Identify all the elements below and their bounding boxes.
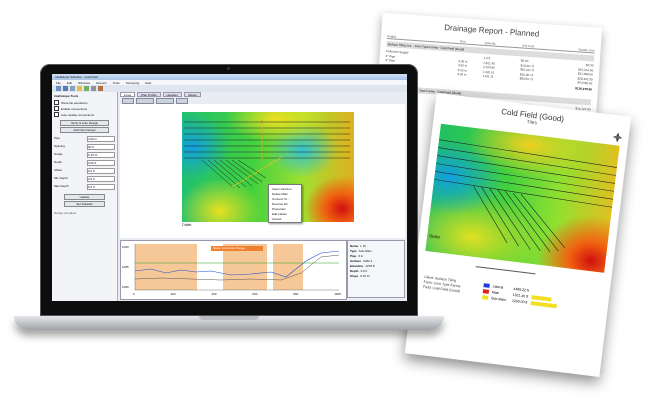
toolbar-print-icon[interactable] [70,86,75,91]
legend-swatch-submain [481,295,489,300]
status-text: Design complete [54,211,77,215]
camera-icon [227,67,230,70]
toolbar-save-icon[interactable] [63,86,68,91]
map-scale-bar [475,262,536,275]
window-title: Intellislope Software - Cold Field [55,75,99,79]
sidebar: Intellislope Tools Show tile elevations … [52,92,118,301]
profile-plot[interactable]: Slope Correction Range 0 200 400 600 800 100… [120,240,347,300]
max-depth-input[interactable]: 5.0 ft [87,184,115,190]
info-depth: Depth 3.6 ft [350,269,368,273]
toolbar-profile-icon[interactable] [98,86,103,91]
grade-input[interactable]: 0.10 % [87,152,115,158]
field-map[interactable]: Outlet Insert Junction Delete Main Conne… [120,104,405,238]
tab-values[interactable]: Values [183,92,201,97]
toolbar-open-icon[interactable] [56,86,61,91]
field-spacing: Spacing 60 ft [54,144,115,150]
legend-swatch-lateral [483,283,490,288]
laptop-notch [199,316,259,320]
info-type: Type Sub-Main [350,249,372,253]
option-show-elevations[interactable]: Show tile elevations [54,100,115,105]
field-grade: Grade 0.10 % [54,152,115,158]
depth-input[interactable]: 3.00 ft [87,160,115,166]
checkbox-icon[interactable] [54,106,59,111]
field-pipe: Pipe 4.00 in [54,136,115,142]
tab-lines[interactable]: Lines [120,92,136,97]
line-info-panel: Name L 10 Type Sub-Main Pipe 6 in Surface 10… [347,240,405,298]
menu-windows[interactable]: Windows [78,81,90,85]
menu-reports[interactable]: Reports [96,81,107,85]
spacing-input[interactable]: 60 ft [87,144,115,150]
info-surface: Surface 1082.4 [350,259,373,263]
map-toolbar [122,98,262,104]
legend-swatch-main [482,289,490,294]
toolbar-pan-icon[interactable] [91,86,96,91]
info-pipe: Pipe 6 in [350,254,364,258]
menu-edit[interactable]: Edit [67,81,72,85]
pipe-input[interactable]: 4.00 in [87,136,115,142]
field-min-depth: Min Depth 2.5 ft [54,176,115,182]
min-depth-input[interactable]: 2.5 ft [87,176,115,182]
map-outlet-label: Outlet [182,223,192,227]
profile-axis-y: 1090 1085 1080 [122,245,129,289]
verify-design-button[interactable]: Verify & Auto Design [60,120,109,126]
sidebar-title: Intellislope Tools [54,94,79,98]
ctx-cancel[interactable]: Cancel [269,216,301,221]
add-design-button[interactable]: Add New Design [60,127,109,133]
map-context-menu: Insert Junction Delete Main Connect To..… [268,184,302,223]
tab-plan-profile[interactable]: Plan Profile [137,92,161,97]
map-report-heatmap: Outlet [425,123,620,273]
compass-icon [612,129,623,143]
menu-help[interactable]: Help [145,81,151,85]
info-slope: Slope 0.10 % [350,274,370,278]
toolbar-zoom-icon[interactable] [84,86,89,91]
field-offset: Offset 0.0 ft [54,168,115,174]
offset-input[interactable]: 0.0 ft [87,168,115,174]
toolbar-tile-icon[interactable] [77,86,82,91]
view-tabs: Lines Plan Profile Headers Values [120,92,405,97]
field-max-depth: Max Depth 5.0 ft [54,184,115,190]
checkbox-icon[interactable] [54,100,59,105]
option-auto-update[interactable]: Auto update connections [54,112,115,117]
field-depth: Depth 3.00 ft [54,160,115,166]
info-elevation: Elevation 1078.8 [350,264,375,268]
menu-tools[interactable]: Tools [113,81,120,85]
toolbar [52,85,407,92]
tab-headers[interactable]: Headers [162,92,182,97]
map-legend: Lateral 4488.22 ft Main 1521.40 ft Sub-M… [481,282,558,309]
client-info: Client: Surface Tiling Farm: Corn Type F… [422,274,461,294]
menu-file[interactable]: File [56,81,61,85]
set-defaults-button[interactable]: Set Defaults [64,201,105,207]
option-enable-connections[interactable]: Enable connections [54,106,115,111]
profile-range-label: Slope Correction Range [213,246,246,250]
app-screen: Intellislope Software - Cold Field File … [52,74,407,301]
info-name: Name L 10 [350,244,366,248]
profile-axis-x: 0 200 400 600 800 1000 [133,292,341,296]
menu-surveying[interactable]: Surveying [126,81,139,85]
update-button[interactable]: Update [64,194,105,200]
checkbox-icon[interactable] [54,112,59,117]
field-map-report-page: Cold Field (Good) Tiles Outlet Client: S… [404,93,632,377]
